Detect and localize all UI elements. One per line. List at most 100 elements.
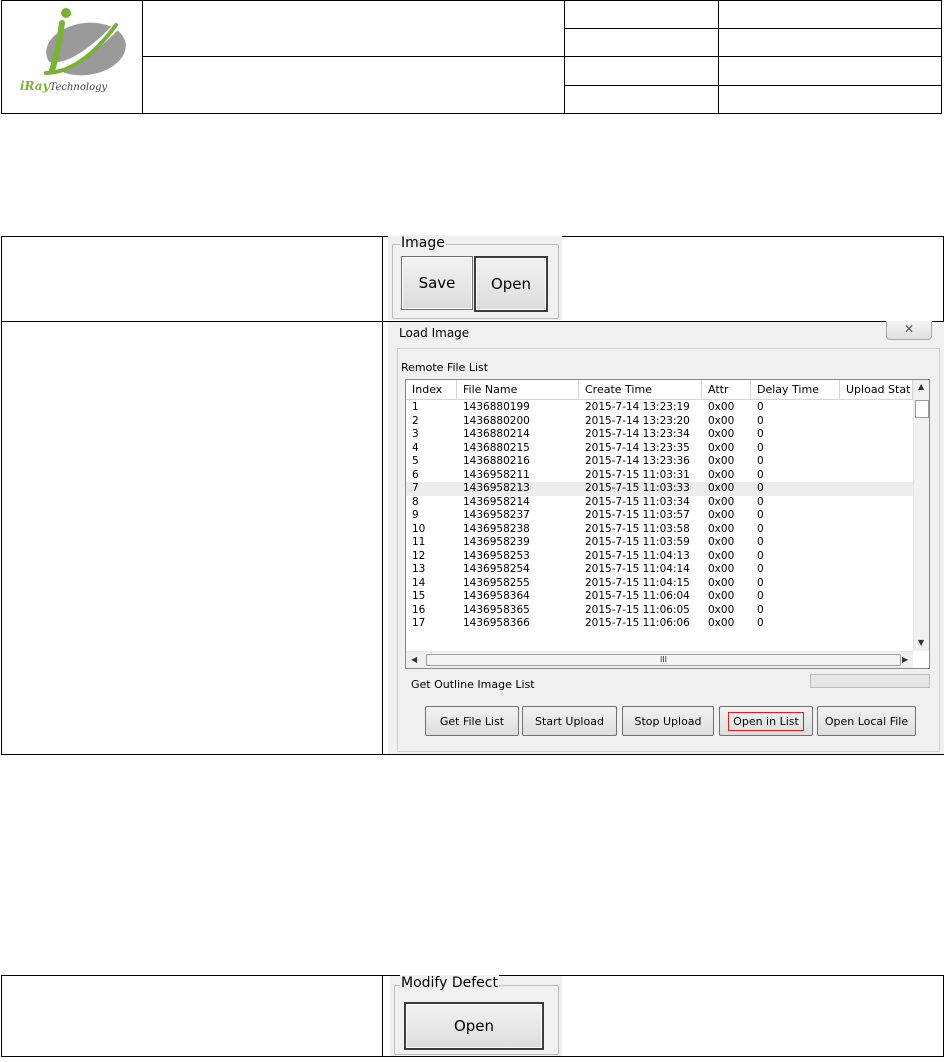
cell-index: 2 — [412, 414, 419, 427]
modify-defect-groupbox-title: Modify Defect — [400, 975, 499, 991]
cell-attr: 0x00 — [708, 401, 735, 413]
image-groupbox: Image Save Open — [388, 235, 562, 320]
cell-attr: 0x00 — [708, 495, 735, 508]
table-row[interactable]: 15 1436958364 2015-7-15 11:06:04 0x00 0 — [406, 590, 913, 604]
open-button[interactable]: Open — [474, 256, 548, 312]
cell-file-name: 1436958255 — [463, 576, 530, 589]
cell-attr: 0x00 — [708, 576, 735, 589]
open-in-list-label: Open in List — [728, 711, 804, 731]
cell-delay-time: 0 — [757, 401, 764, 413]
table-row[interactable]: 11 1436958239 2015-7-15 11:03:59 0x00 0 — [406, 536, 913, 550]
cell-attr: 0x00 — [708, 590, 735, 602]
upload-progress-bar — [810, 674, 930, 688]
horizontal-scrollbar[interactable]: ◀ III ▶ — [406, 651, 913, 668]
column-header-create-time[interactable]: Create Time — [579, 380, 702, 399]
scroll-left-icon[interactable]: ◀ — [411, 655, 417, 664]
table-row[interactable]: 1 1436880199 2015-7-14 13:23:19 0x00 0 — [406, 401, 913, 415]
cell-delay-time: 0 — [757, 441, 764, 454]
table-row[interactable]: 13 1436958254 2015-7-15 11:04:14 0x00 0 — [406, 563, 913, 577]
table-row[interactable]: 5 1436880216 2015-7-14 13:23:36 0x00 0 — [406, 455, 913, 469]
cell-create-time: 2015-7-15 11:04:13 — [585, 549, 690, 562]
table-row[interactable]: 10 1436958238 2015-7-15 11:03:58 0x00 0 — [406, 523, 913, 537]
open-local-file-button[interactable]: Open Local File — [817, 706, 916, 736]
column-header-file-name[interactable]: File Name — [457, 380, 579, 399]
cell-create-time: 2015-7-15 11:03:57 — [585, 509, 690, 521]
cell-attr: 0x00 — [708, 536, 735, 548]
cell-index: 9 — [412, 509, 419, 521]
cell-create-time: 2015-7-15 11:03:33 — [585, 482, 690, 494]
cell-create-time: 2015-7-15 11:04:14 — [585, 563, 690, 575]
list-header: Index File Name Create Time Attr Delay T… — [406, 380, 913, 400]
table-row[interactable]: 12 1436958253 2015-7-15 11:04:13 0x00 0 — [406, 550, 913, 564]
horizontal-scroll-thumb[interactable]: III — [426, 654, 901, 666]
cell-create-time: 2015-7-14 13:23:19 — [585, 401, 690, 413]
table-row[interactable]: 4 1436880215 2015-7-14 13:23:35 0x00 0 — [406, 442, 913, 456]
column-header-upload-status[interactable]: Upload Stat — [840, 380, 913, 399]
cell-attr: 0x00 — [708, 468, 735, 481]
outline-image-list-label: Get Outline Image List — [411, 678, 535, 691]
cell-create-time: 2015-7-14 13:23:36 — [585, 455, 690, 467]
cell-attr: 0x00 — [708, 549, 735, 562]
cell-file-name: 1436958237 — [463, 509, 530, 521]
open-in-list-button[interactable]: Open in List — [719, 706, 813, 736]
cell-delay-time: 0 — [757, 617, 764, 629]
cell-index: 16 — [412, 603, 426, 616]
vertical-scrollbar[interactable]: ▲ ▼ — [913, 380, 929, 651]
logo-cell: iRayTechnology — [1, 0, 143, 114]
save-button[interactable]: Save — [401, 256, 473, 310]
table-row[interactable]: 9 1436958237 2015-7-15 11:03:57 0x00 0 — [406, 509, 913, 523]
cell-file-name: 1436880214 — [463, 428, 530, 440]
header-meta-value-4 — [718, 85, 942, 114]
scroll-up-icon[interactable]: ▲ — [918, 382, 924, 391]
close-icon[interactable]: ✕ — [886, 321, 932, 340]
cell-delay-time: 0 — [757, 482, 764, 494]
cell-create-time: 2015-7-14 13:23:20 — [585, 414, 690, 427]
cell-index: 14 — [412, 576, 426, 589]
cell-index: 15 — [412, 590, 426, 602]
table-row[interactable]: 3 1436880214 2015-7-14 13:23:34 0x00 0 — [406, 428, 913, 442]
column-header-index[interactable]: Index — [406, 380, 457, 399]
table-row[interactable]: 17 1436958366 2015-7-15 11:06:06 0x00 0 — [406, 617, 913, 631]
cell-file-name: 1436958253 — [463, 549, 530, 562]
cell-file-name: 1436958364 — [463, 590, 530, 602]
table-row[interactable]: 8 1436958214 2015-7-15 11:03:34 0x00 0 — [406, 496, 913, 510]
column-header-delay-time[interactable]: Delay Time — [751, 380, 840, 399]
cell-index: 7 — [412, 482, 419, 494]
cell-create-time: 2015-7-15 11:06:04 — [585, 590, 690, 602]
image-row-label-cell — [1, 236, 383, 322]
table-row[interactable]: 14 1436958255 2015-7-15 11:04:15 0x00 0 — [406, 577, 913, 591]
cell-file-name: 1436958211 — [463, 468, 530, 481]
modify-defect-open-button[interactable]: Open — [404, 1002, 544, 1050]
vertical-scroll-thumb[interactable] — [915, 400, 929, 418]
scroll-down-icon[interactable]: ▼ — [918, 638, 924, 647]
cell-file-name: 1436880200 — [463, 414, 530, 427]
cell-index: 3 — [412, 428, 419, 440]
scroll-right-icon[interactable]: ▶ — [902, 655, 908, 664]
column-header-attr[interactable]: Attr — [702, 380, 751, 399]
table-row[interactable]: 2 1436880200 2015-7-14 13:23:20 0x00 0 — [406, 415, 913, 429]
cell-attr: 0x00 — [708, 522, 735, 535]
cell-create-time: 2015-7-15 11:03:59 — [585, 536, 690, 548]
cell-delay-time: 0 — [757, 590, 764, 602]
cell-delay-time: 0 — [757, 414, 764, 427]
table-row[interactable]: 7 1436958213 2015-7-15 11:03:33 0x00 0 — [406, 482, 913, 496]
cell-index: 6 — [412, 468, 419, 481]
cell-file-name: 1436958239 — [463, 536, 530, 548]
table-row[interactable]: 16 1436958365 2015-7-15 11:06:05 0x00 0 — [406, 604, 913, 618]
cell-delay-time: 0 — [757, 576, 764, 589]
cell-attr: 0x00 — [708, 414, 735, 427]
cell-file-name: 1436880215 — [463, 441, 530, 454]
remote-file-list-label: Remote File List — [401, 361, 489, 374]
get-file-list-button[interactable]: Get File List — [425, 706, 519, 736]
cell-delay-time: 0 — [757, 536, 764, 548]
load-image-dialog: Load Image ✕ Remote File List Index File… — [388, 321, 944, 754]
header-subtitle-cell — [142, 56, 565, 114]
cell-attr: 0x00 — [708, 603, 735, 616]
cell-create-time: 2015-7-15 11:06:05 — [585, 603, 690, 616]
header-meta-value-1 — [718, 0, 942, 29]
stop-upload-button[interactable]: Stop Upload — [622, 706, 714, 736]
start-upload-button[interactable]: Start Upload — [522, 706, 617, 736]
cell-delay-time: 0 — [757, 603, 764, 616]
table-row[interactable]: 6 1436958211 2015-7-15 11:03:31 0x00 0 — [406, 469, 913, 483]
remote-file-list[interactable]: Index File Name Create Time Attr Delay T… — [405, 379, 930, 669]
